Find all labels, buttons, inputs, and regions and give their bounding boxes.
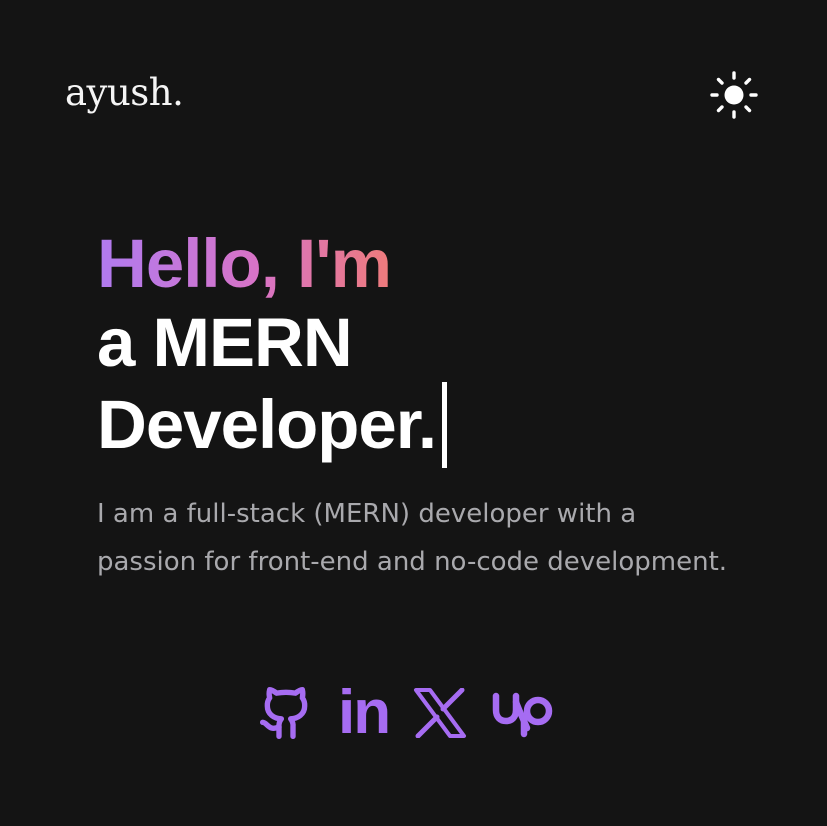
site-logo[interactable]: ayush. bbox=[65, 74, 184, 111]
typing-cursor bbox=[442, 382, 448, 468]
upwork-icon bbox=[491, 688, 555, 738]
hero-headline: Hello, I'm a MERN Developer. bbox=[97, 224, 737, 468]
x-icon bbox=[413, 688, 467, 738]
hero-role-line-1: a MERN bbox=[97, 304, 353, 381]
hero-description: I am a full-stack (MERN) developer with … bbox=[97, 499, 728, 577]
sun-icon bbox=[709, 70, 759, 125]
page: ayush. Hello, I'm a MERN Developer. I am… bbox=[0, 0, 827, 826]
linkedin-link[interactable]: in bbox=[338, 678, 391, 747]
x-link[interactable] bbox=[413, 680, 467, 746]
hero-greeting: Hello, I'm bbox=[97, 225, 392, 302]
hero-section: Hello, I'm a MERN Developer. I am a full… bbox=[97, 224, 737, 586]
theme-toggle-button[interactable] bbox=[707, 70, 761, 124]
linkedin-icon: in bbox=[338, 678, 391, 747]
social-links: in bbox=[258, 680, 555, 746]
hero-role-line-2-wrap: Developer. bbox=[97, 382, 737, 468]
github-icon bbox=[258, 683, 314, 743]
hero-role-line-2: Developer. bbox=[97, 386, 437, 463]
upwork-link[interactable] bbox=[491, 680, 555, 746]
github-link[interactable] bbox=[258, 680, 314, 746]
